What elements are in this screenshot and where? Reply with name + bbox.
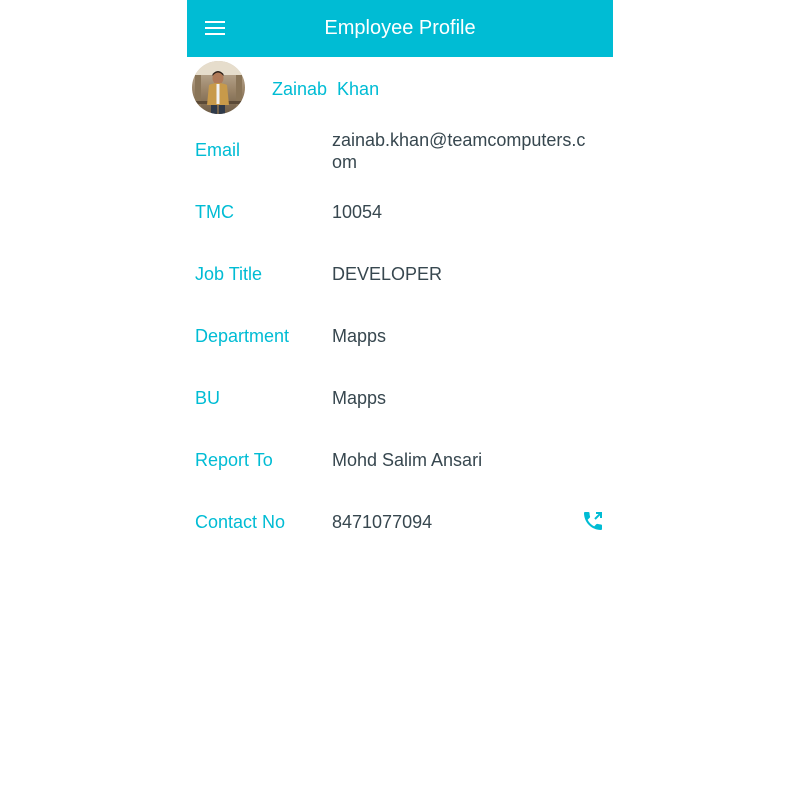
menu-button[interactable] [201, 14, 229, 42]
tmc-value: 10054 [332, 202, 383, 222]
page-title: Employee Profile [324, 17, 476, 39]
job-title-value: DEVELOPER [332, 264, 443, 284]
profile-header: Zainab Khan [187, 57, 613, 119]
field-row-tmc: TMC 10054 [187, 181, 613, 243]
phone-call-icon [584, 512, 602, 530]
field-row-email: Email zainab.khan@teamcomputers.com [187, 119, 613, 181]
contact-no-label: Contact No [195, 512, 286, 532]
bu-value: Mapps [332, 388, 387, 408]
email-label: Email [195, 140, 241, 160]
report-to-label: Report To [195, 450, 273, 470]
field-row-bu: BU Mapps [187, 367, 613, 429]
call-button[interactable] [581, 509, 605, 533]
department-label: Department [195, 326, 290, 346]
menu-icon [205, 21, 225, 35]
app-bar: Employee Profile [187, 0, 613, 57]
employee-name: Zainab Khan [272, 79, 380, 99]
tmc-label: TMC [195, 202, 234, 222]
email-value: zainab.khan@teamcomputers.com [332, 130, 586, 172]
field-row-report-to: Report To Mohd Salim Ansari [187, 429, 613, 491]
department-value: Mapps [332, 326, 387, 346]
avatar[interactable] [192, 61, 245, 114]
contact-no-value: 8471077094 [332, 512, 433, 532]
field-row-job-title: Job Title DEVELOPER [187, 243, 613, 305]
field-row-contact-no: Contact No 8471077094 [187, 491, 613, 553]
job-title-label: Job Title [195, 264, 263, 284]
bu-label: BU [195, 388, 221, 408]
field-row-department: Department Mapps [187, 305, 613, 367]
profile-screen: Employee Profile Zainab Khan Email zaina… [187, 0, 613, 800]
report-to-value: Mohd Salim Ansari [332, 450, 483, 470]
